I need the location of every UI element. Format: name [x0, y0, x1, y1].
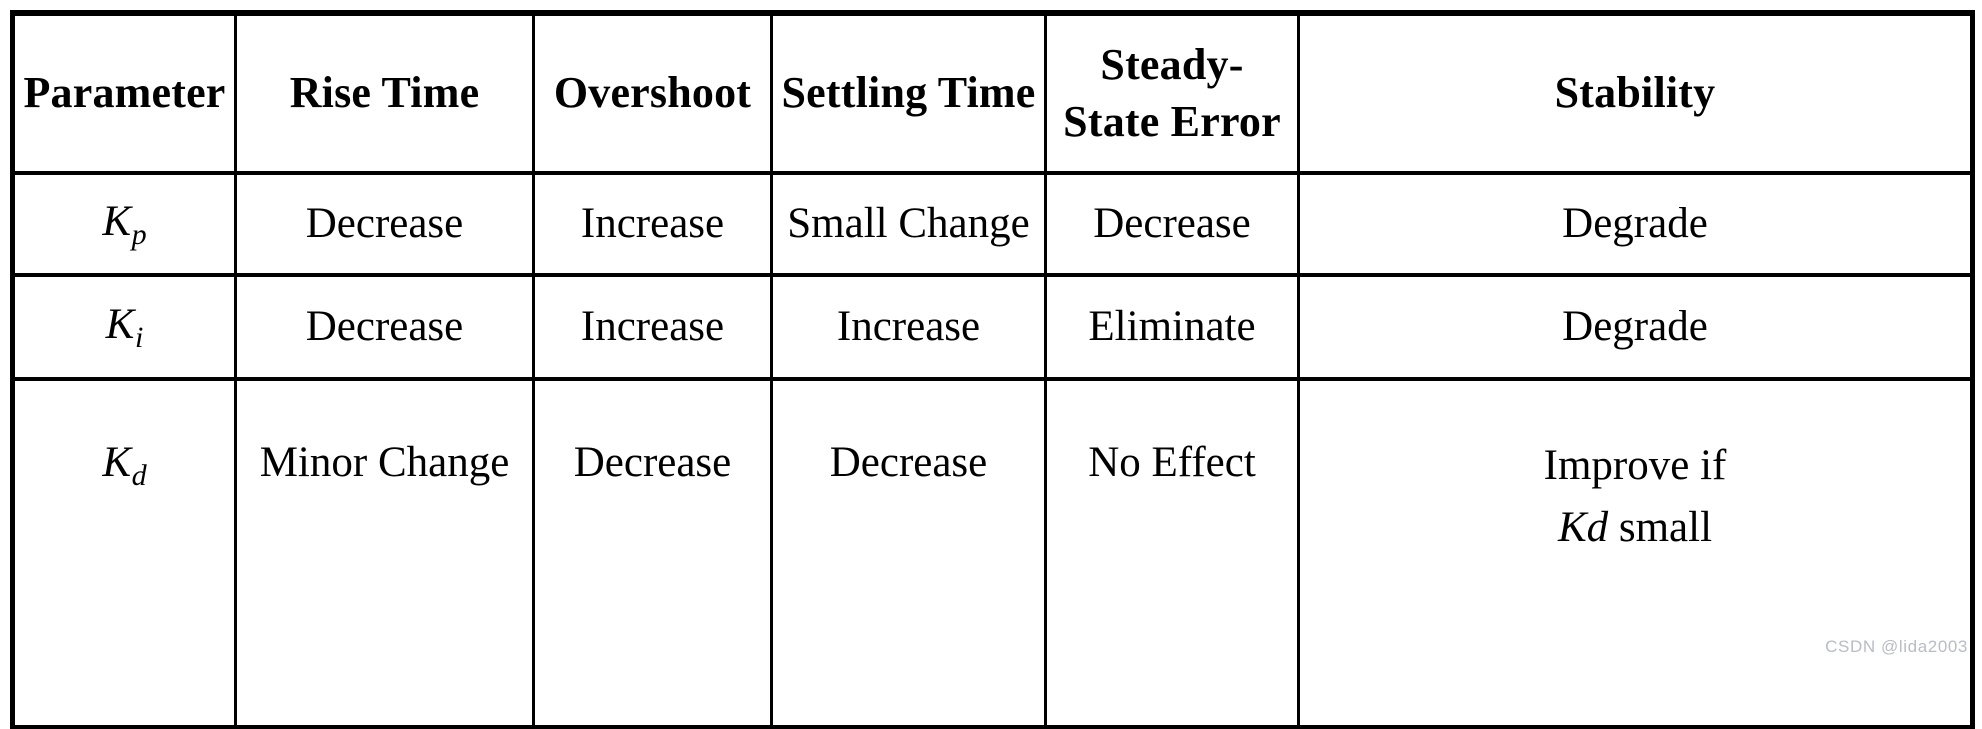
- column-header-overshoot: Overshoot: [532, 12, 773, 175]
- k-subscript: d: [1586, 504, 1609, 552]
- cell-kd-overshoot: Decrease: [532, 377, 773, 729]
- cell-kp-rise-time: Decrease: [234, 171, 535, 277]
- parameter-symbol-kp: Kp: [12, 171, 237, 277]
- parameter-symbol-kd: Kd: [12, 377, 237, 729]
- cell-kd-sse: No Effect: [1044, 377, 1300, 729]
- k-subscript: d: [131, 458, 147, 493]
- watermark: CSDN @lida2003: [1825, 637, 1968, 656]
- cell-ki-sse: Eliminate: [1044, 273, 1300, 381]
- k-letter: K: [102, 439, 132, 486]
- k-subscript: i: [134, 319, 144, 354]
- cell-ki-stability: Degrade: [1297, 273, 1973, 381]
- table-row: Kp Decrease Increase Small Change Decrea…: [12, 171, 1973, 277]
- k-letter: K: [102, 197, 132, 245]
- cell-kp-settling: Small Change: [770, 171, 1047, 277]
- column-header-stability: Stability: [1297, 12, 1973, 175]
- cell-ki-settling: Increase: [770, 273, 1047, 381]
- cell-kd-settling: Decrease: [770, 377, 1047, 729]
- column-header-parameter: Parameter: [12, 12, 237, 175]
- k-subscript: p: [131, 216, 147, 251]
- table-row: Ki Decrease Increase Increase Eliminate …: [12, 273, 1973, 381]
- table-header-row: Parameter Rise Time Overshoot Settling T…: [12, 12, 1973, 175]
- stability-line-1: Improve if: [1543, 442, 1727, 489]
- k-letter: K: [105, 300, 135, 348]
- table-page: Parameter Rise Time Overshoot Settling T…: [0, 0, 1982, 729]
- cell-ki-overshoot: Increase: [532, 273, 773, 381]
- cell-ki-rise-time: Decrease: [234, 273, 535, 381]
- column-header-steady-state-error: Steady-State Error: [1044, 12, 1300, 175]
- cell-kd-rise-time: Minor Change: [234, 377, 535, 729]
- stability-line-2: Kd small: [1306, 497, 1964, 559]
- parameter-symbol-ki: Ki: [12, 273, 237, 381]
- k-letter: K: [1557, 504, 1587, 552]
- table-row: Kd Minor Change Decrease Decrease No Eff…: [12, 377, 1973, 729]
- column-header-rise-time: Rise Time: [234, 12, 535, 175]
- pid-tuning-effects-table: Parameter Rise Time Overshoot Settling T…: [10, 10, 1975, 729]
- cell-kp-sse: Decrease: [1044, 171, 1300, 277]
- stability-line-2-tail: small: [1608, 504, 1713, 552]
- cell-kp-stability: Degrade: [1297, 171, 1973, 277]
- column-header-settling-time: Settling Time: [770, 12, 1047, 175]
- cell-kd-stability: Improve if Kd small: [1297, 377, 1973, 729]
- cell-text-wrapper: Improve if Kd small: [1306, 435, 1964, 560]
- cell-kp-overshoot: Increase: [532, 171, 773, 277]
